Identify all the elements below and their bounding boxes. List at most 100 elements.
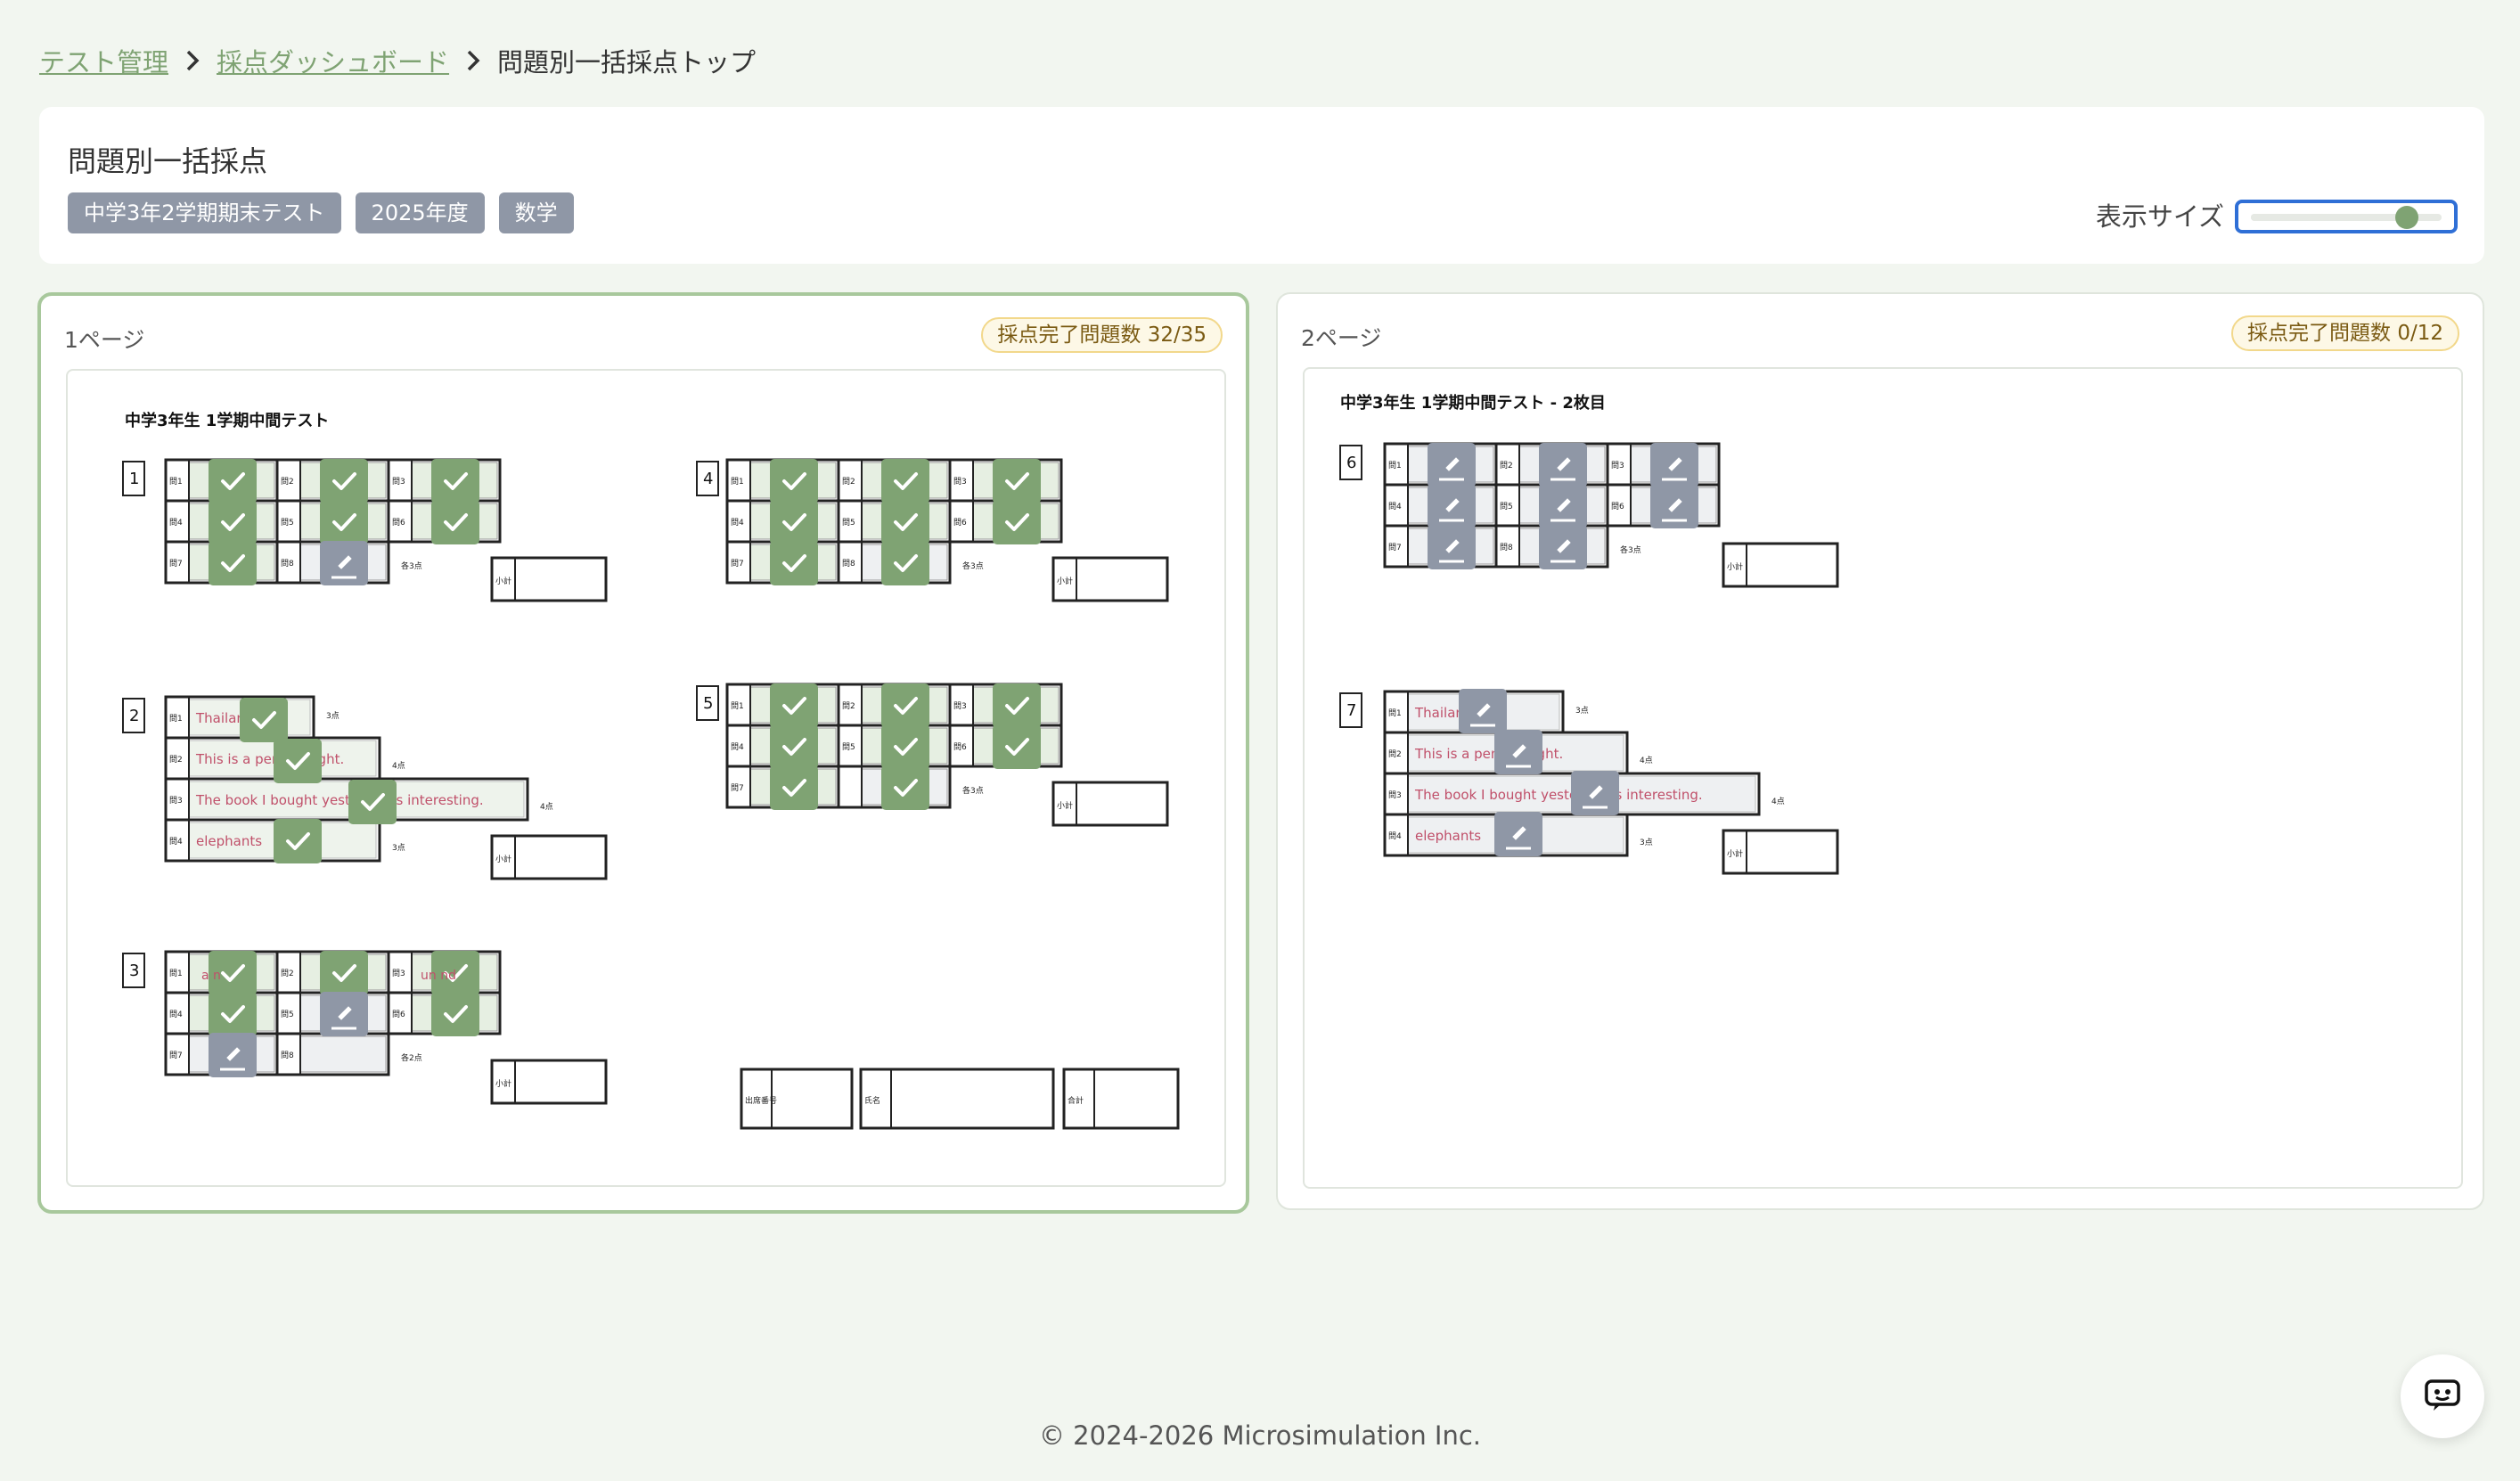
graded-check-marker[interactable] (274, 819, 322, 863)
answer-cell (299, 1035, 387, 1073)
question-label: 問4 (1388, 502, 1402, 511)
question-label: 問4 (731, 742, 744, 752)
question-label: 問4 (1388, 831, 1402, 841)
page-panel-1[interactable]: 1ページ 採点完了問題数 32/35 中学3年生 1学期中間テスト 1 問1 問2 問… (37, 292, 1249, 1214)
breadcrumb-test-management[interactable]: テスト管理 (39, 42, 168, 79)
graded-check-marker[interactable] (881, 765, 929, 810)
ungraded-marker[interactable] (1428, 443, 1476, 487)
ungraded-marker[interactable] (320, 992, 368, 1036)
graded-check-marker[interactable] (209, 541, 257, 585)
section-number: 7 (1346, 701, 1356, 720)
page-label: 2ページ (1301, 325, 1382, 351)
page-panel-2[interactable]: 2ページ 採点完了問題数 0/12 中学3年生 1学期中間テスト - 2枚目 6… (1276, 292, 2484, 1210)
slider-knob[interactable] (2395, 206, 2419, 229)
answer-sheet-canvas: 6 問1 問2 問3問4 問5 問6問7 問8 各3点小計7 問1 Thailand 3点問2 Thi… (1339, 442, 1839, 875)
graded-check-marker[interactable] (993, 459, 1041, 503)
question-label: 問2 (842, 701, 855, 711)
points-label: 4点 (392, 761, 405, 771)
subtotal-label: 小計 (1727, 561, 1743, 572)
check-marker-bg (209, 992, 257, 1036)
footer-box-label: 出席番号 (745, 1095, 777, 1106)
ungraded-marker[interactable] (1571, 771, 1619, 815)
copyright: © 2024-2026 Microsimulation Inc. (1038, 1420, 1482, 1451)
question-label: 問5 (281, 518, 294, 528)
tag-subject: 数学 (498, 192, 574, 233)
chevron-right-icon (184, 49, 200, 72)
graded-check-marker[interactable] (881, 500, 929, 544)
check-marker-bg (209, 459, 257, 503)
ungraded-marker[interactable] (1539, 443, 1587, 487)
subtotal-label: 小計 (1057, 576, 1073, 586)
question-label: 問7 (1388, 543, 1402, 552)
graded-check-marker[interactable] (881, 683, 929, 728)
points-label: 4点 (1640, 756, 1653, 765)
graded-check-marker[interactable] (770, 541, 818, 585)
graded-check-marker[interactable] (881, 724, 929, 769)
question-label: 問1 (1388, 708, 1402, 718)
graded-check-marker[interactable] (770, 500, 818, 544)
ungraded-marker[interactable] (1428, 525, 1476, 569)
ungraded-marker[interactable] (1459, 689, 1507, 733)
ungraded-marker[interactable] (320, 541, 368, 585)
graded-check-marker[interactable] (274, 739, 322, 783)
graded-check-marker[interactable] (320, 951, 368, 995)
breadcrumb-grading-dashboard[interactable]: 採点ダッシュボード (217, 42, 449, 79)
graded-check-marker[interactable] (770, 765, 818, 810)
graded-check-marker[interactable] (320, 459, 368, 503)
graded-check-marker[interactable] (320, 500, 368, 544)
graded-check-marker[interactable] (993, 683, 1041, 728)
graded-check-marker[interactable] (770, 724, 818, 769)
ungraded-marker[interactable] (209, 1033, 257, 1077)
graded-check-marker[interactable] (993, 724, 1041, 769)
graded-check-marker[interactable] (770, 683, 818, 728)
section-number: 6 (1346, 454, 1356, 472)
check-marker-bg (320, 459, 368, 503)
check-marker-bg (770, 683, 818, 728)
display-size-slider[interactable] (2235, 200, 2458, 233)
graded-check-marker[interactable] (348, 780, 397, 824)
graded-check-marker[interactable] (993, 500, 1041, 544)
answer-sheet-canvas: 1 問1 問2 問3問4 問5 問6問7 問8 各3点小計2 問1 Thailand 3点問2 Thi… (122, 458, 1180, 1130)
question-label: 問4 (169, 518, 183, 528)
graded-check-marker[interactable] (209, 459, 257, 503)
section-number: 2 (129, 707, 139, 725)
graded-check-marker[interactable] (770, 459, 818, 503)
ungraded-marker[interactable] (1650, 484, 1698, 528)
check-marker-bg (209, 500, 257, 544)
question-label: 問7 (731, 559, 744, 569)
check-marker-bg (274, 739, 322, 783)
ungraded-marker[interactable] (1428, 484, 1476, 528)
graded-check-marker[interactable] (431, 459, 479, 503)
section-number: 1 (129, 470, 139, 488)
check-marker-bg (881, 724, 929, 769)
answer-text: The book I bought yesterday is interesti… (1414, 787, 1703, 803)
tag-test-name: 中学3年2学期期末テスト (68, 192, 341, 233)
check-marker-bg (993, 459, 1041, 503)
graded-check-marker[interactable] (240, 698, 288, 742)
graded-check-marker[interactable] (209, 992, 257, 1036)
question-label: 問1 (731, 701, 744, 711)
ungraded-marker[interactable] (1494, 730, 1542, 774)
answer-text: elephants (1415, 828, 1481, 844)
graded-check-marker[interactable] (431, 500, 479, 544)
points-label: 4点 (1771, 797, 1785, 806)
chat-button[interactable] (2401, 1354, 2484, 1438)
section-number: 3 (129, 961, 139, 980)
points-label: 3点 (1575, 706, 1589, 716)
graded-check-marker[interactable] (209, 500, 257, 544)
breadcrumb: テスト管理 採点ダッシュボード 問題別一括採点トップ (39, 43, 756, 78)
check-marker-bg (348, 780, 397, 824)
check-marker-bg (274, 819, 322, 863)
question-label: 問7 (169, 559, 183, 569)
ungraded-marker[interactable] (1650, 443, 1698, 487)
ungraded-marker[interactable] (1539, 484, 1587, 528)
ungraded-marker[interactable] (1494, 812, 1542, 856)
question-label: 問6 (392, 518, 405, 528)
graded-check-marker[interactable] (881, 459, 929, 503)
answer-text: elephants (196, 833, 262, 849)
footer-box (859, 1068, 1055, 1130)
check-marker-bg (320, 500, 368, 544)
graded-check-marker[interactable] (881, 541, 929, 585)
graded-check-marker[interactable] (431, 992, 479, 1036)
ungraded-marker[interactable] (1539, 525, 1587, 569)
